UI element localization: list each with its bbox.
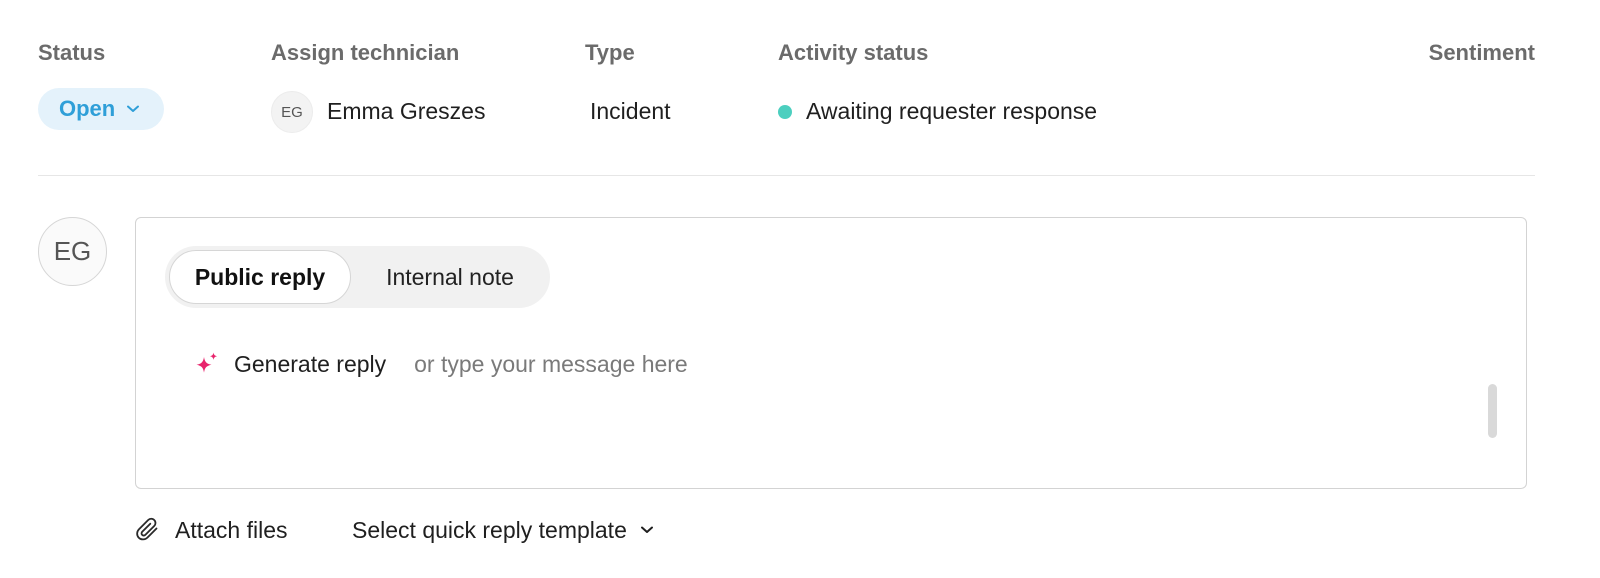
status-heading: Status [38, 40, 106, 65]
tab-public-reply[interactable]: Public reply [169, 250, 351, 304]
generate-reply-button[interactable]: Generate reply [234, 351, 386, 378]
user-avatar: EG [38, 217, 107, 286]
technician-avatar[interactable]: EG [271, 91, 313, 133]
status-value: Open [59, 96, 116, 121]
sparkle-icon[interactable] [194, 351, 220, 377]
composer-scrollbar[interactable] [1488, 384, 1497, 438]
chevron-down-icon [127, 105, 140, 112]
reply-mode-tabs: Public reply Internal note [165, 246, 550, 308]
activity-status-dot [778, 105, 792, 119]
attach-files-label: Attach files [175, 516, 288, 543]
message-input[interactable] [414, 350, 1115, 378]
type-heading: Type [585, 40, 635, 65]
reply-composer: Public reply Internal note Generate repl… [135, 217, 1527, 489]
technician-name[interactable]: Emma Greszes [327, 98, 485, 125]
activity-status-value: Awaiting requester response [806, 98, 1098, 124]
attach-files-button[interactable]: Attach files [135, 513, 288, 547]
status-dropdown[interactable]: Open [38, 88, 164, 130]
generate-reply-row: Generate reply [194, 348, 1115, 380]
quick-reply-template-label: Select quick reply template [352, 516, 627, 543]
section-divider [38, 175, 1535, 176]
quick-reply-template-dropdown[interactable]: Select quick reply template [352, 513, 653, 547]
type-value[interactable]: Incident [590, 98, 671, 125]
paperclip-icon [136, 517, 158, 541]
sentiment-heading: Sentiment [1428, 40, 1535, 65]
activity-status-heading: Activity status [778, 40, 929, 65]
tab-internal-note[interactable]: Internal note [355, 250, 545, 304]
assign-technician-heading: Assign technician [271, 40, 460, 65]
chevron-down-icon [640, 526, 653, 533]
